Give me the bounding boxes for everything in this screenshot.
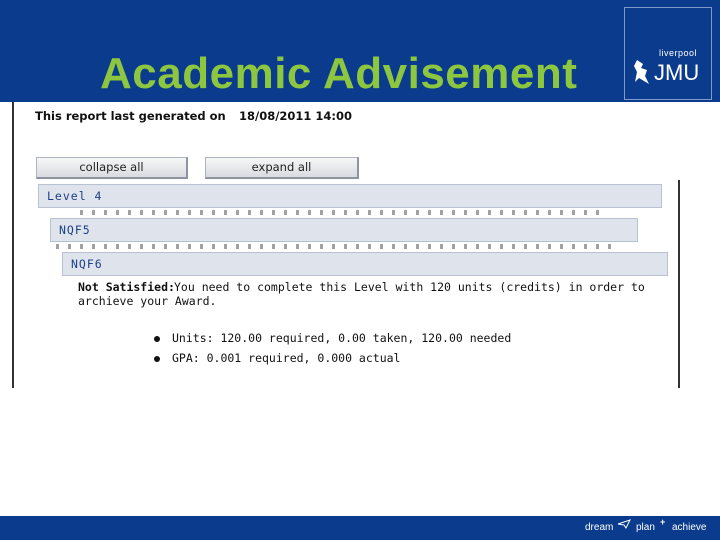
paper-plane-icon (617, 519, 631, 529)
panel-left-border (12, 102, 14, 388)
panel-right-border (678, 180, 680, 388)
collapse-all-button[interactable]: collapse all (36, 157, 188, 179)
slide-footer: dream plan + achieve (0, 516, 720, 540)
footer-word-plan: plan (636, 522, 655, 533)
footer-word-achieve: achieve (672, 522, 707, 533)
slide-title: Academic Advisement (100, 49, 578, 98)
footer-word-dream: dream (585, 522, 614, 533)
section-header-level4[interactable]: Level 4 (38, 184, 662, 208)
section-header-nqf6[interactable]: NQF6 (62, 252, 668, 276)
status-label: Not Satisfied: (78, 280, 175, 294)
requirement-item: GPA: 0.001 required, 0.000 actual (154, 351, 400, 365)
report-generated-value: 18/08/2011 14:00 (239, 109, 353, 123)
obscured-text-row (56, 244, 616, 249)
section-header-nqf5[interactable]: NQF5 (50, 218, 638, 242)
advisement-report-panel: This report last generated on 18/08/2011… (12, 102, 690, 388)
expand-all-button[interactable]: expand all (205, 157, 359, 179)
logo-big-text: JMU (654, 60, 700, 85)
report-generated-label: This report last generated on (35, 109, 226, 123)
plus-icon: + (660, 517, 666, 527)
requirement-item: Units: 120.00 required, 0.00 taken, 120.… (154, 331, 511, 345)
bullet-icon (154, 335, 160, 342)
logo-small-text: liverpool (659, 48, 698, 58)
obscured-text-row (80, 210, 600, 215)
ljmu-logo: liverpool JMU (624, 7, 712, 100)
bullet-icon (154, 355, 160, 362)
liver-bird-icon (634, 60, 649, 84)
requirement-text: Units: 120.00 required, 0.00 taken, 120.… (172, 331, 512, 345)
requirement-text: GPA: 0.001 required, 0.000 actual (172, 351, 401, 365)
